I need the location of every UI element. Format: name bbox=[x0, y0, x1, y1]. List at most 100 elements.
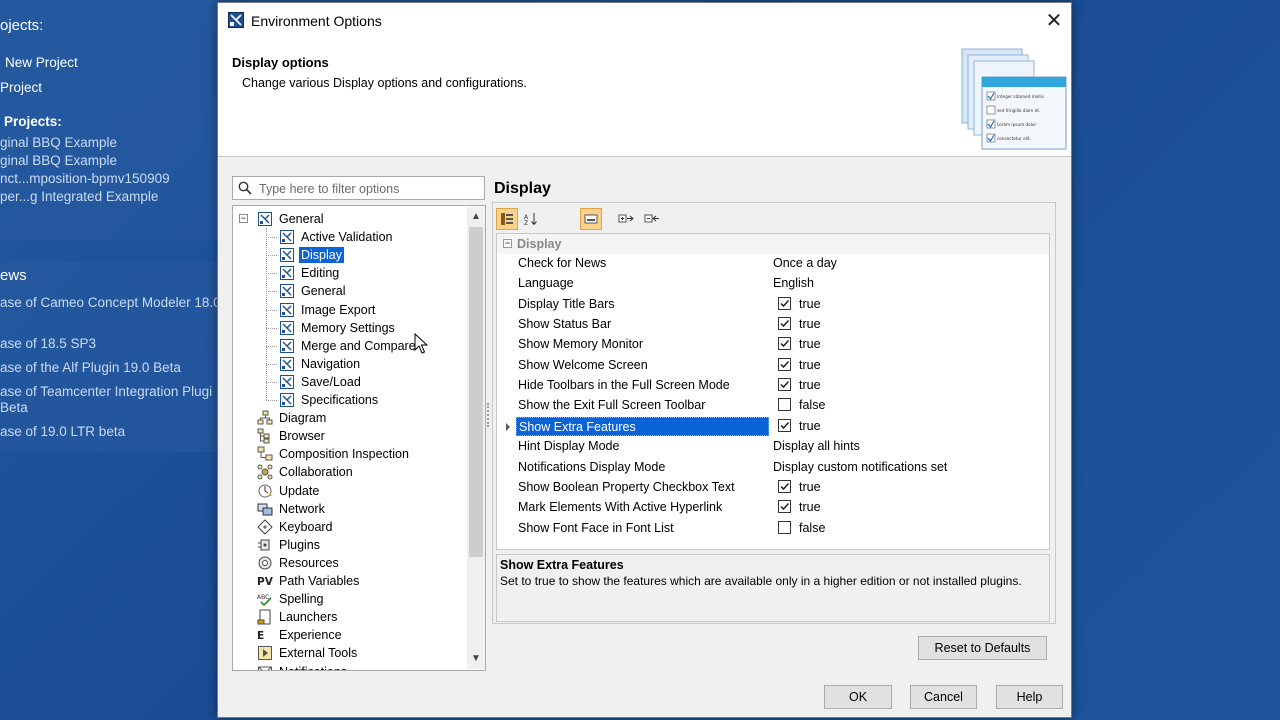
property-checkbox-value[interactable]: true bbox=[778, 417, 821, 436]
news-link[interactable]: ase of the Alf Plugin 19.0 Beta bbox=[0, 360, 181, 375]
title-bar[interactable]: Environment Options ✕ bbox=[218, 3, 1071, 39]
property-checkbox-value[interactable]: true bbox=[778, 356, 821, 375]
tree-item-launchers[interactable]: Launchers bbox=[257, 608, 339, 626]
sample-link[interactable]: ginal BBQ Example bbox=[0, 153, 117, 168]
tree-item-general-navigation[interactable]: Navigation bbox=[279, 355, 362, 373]
tree-item-general-editing[interactable]: Editing bbox=[279, 264, 341, 282]
property-row[interactable]: Hint Display Mode Display all hints bbox=[497, 437, 1049, 457]
filter-input[interactable] bbox=[257, 178, 485, 200]
property-row[interactable]: Language English bbox=[497, 274, 1049, 294]
scroll-down-icon[interactable]: ▼ bbox=[467, 651, 485, 667]
collapse-group-icon[interactable]: − bbox=[503, 239, 512, 248]
tree-item-network[interactable]: Network bbox=[257, 500, 327, 518]
property-row[interactable]: Show Font Face in Font List false bbox=[497, 519, 1049, 539]
categorized-view-icon[interactable] bbox=[496, 208, 518, 230]
reset-to-defaults-button[interactable]: Reset to Defaults bbox=[918, 636, 1047, 660]
tree-item-plugins[interactable]: Plugins bbox=[257, 536, 322, 554]
tree-item-general-merge-and-compare[interactable]: Merge and Compare bbox=[279, 337, 418, 355]
property-group-header[interactable]: − Display bbox=[497, 234, 1049, 254]
checkbox-checked-icon[interactable] bbox=[778, 357, 791, 371]
tree-item-external-tools[interactable]: External Tools bbox=[257, 644, 359, 662]
tree-item-path-variables[interactable]: PV Path Variables bbox=[257, 572, 361, 590]
ok-button[interactable]: OK bbox=[824, 685, 892, 709]
property-checkbox-value[interactable]: false bbox=[778, 519, 825, 538]
collapse-node-icon[interactable]: − bbox=[239, 214, 248, 223]
tree-item-general-active-validation[interactable]: Active Validation bbox=[279, 228, 395, 246]
property-checkbox-value[interactable]: false bbox=[778, 396, 825, 415]
tree-item-general-display[interactable]: Display bbox=[279, 246, 344, 264]
tree-item-spelling[interactable]: ABC Spelling bbox=[257, 590, 325, 608]
checkbox-unchecked-icon[interactable] bbox=[778, 398, 791, 412]
news-link[interactable]: ase of Cameo Concept Modeler 18.0 bbox=[0, 295, 221, 310]
property-row[interactable]: Check for News Once a day bbox=[497, 254, 1049, 274]
expand-all-icon[interactable] bbox=[615, 208, 637, 230]
property-checkbox-value[interactable]: true bbox=[778, 478, 821, 497]
property-row[interactable]: Show Boolean Property Checkbox Text true bbox=[497, 478, 1049, 498]
news-link[interactable]: ase of Teamcenter Integration Plugi bbox=[0, 384, 212, 399]
scrollbar-thumb[interactable] bbox=[469, 227, 483, 557]
close-button[interactable]: ✕ bbox=[1037, 3, 1071, 37]
tree-item-composition-inspection[interactable]: Composition Inspection bbox=[257, 445, 411, 463]
tree-item-keyboard[interactable]: Keyboard bbox=[257, 518, 335, 536]
property-checkbox-value[interactable]: true bbox=[778, 295, 821, 314]
property-value[interactable]: Display all hints bbox=[773, 437, 860, 456]
tree-item-general-save-load[interactable]: Save/Load bbox=[279, 373, 363, 391]
cancel-button[interactable]: Cancel bbox=[910, 685, 977, 709]
options-tree[interactable]: ▲ ▼ General − Active Validation Display Edit… bbox=[232, 205, 486, 671]
sample-link[interactable]: nct...mposition-bpmv150909 bbox=[0, 171, 170, 186]
tree-item-experience[interactable]: E Experience bbox=[257, 626, 344, 644]
tree-item-diagram[interactable]: Diagram bbox=[257, 409, 328, 427]
property-value[interactable]: Display custom notifications set bbox=[773, 458, 947, 477]
checkbox-checked-icon[interactable] bbox=[778, 479, 791, 493]
property-row[interactable]: Show Extra Features true bbox=[497, 416, 1049, 437]
news-link[interactable]: ase of 18.5 SP3 bbox=[0, 336, 96, 351]
checkbox-checked-icon[interactable] bbox=[778, 337, 791, 351]
property-row[interactable]: Show the Exit Full Screen Toolbar false bbox=[497, 396, 1049, 416]
sample-link[interactable]: ginal BBQ Example bbox=[0, 135, 117, 150]
option-icon bbox=[280, 320, 294, 335]
new-project-link[interactable]: New Project bbox=[5, 55, 78, 70]
tree-item-browser[interactable]: Browser bbox=[257, 427, 327, 445]
tree-item-general-image-export[interactable]: Image Export bbox=[279, 301, 377, 319]
property-row[interactable]: Show Welcome Screen true bbox=[497, 356, 1049, 376]
property-row[interactable]: Mark Elements With Active Hyperlink true bbox=[497, 498, 1049, 518]
checkbox-unchecked-icon[interactable] bbox=[778, 520, 791, 534]
description-toggle-icon[interactable] bbox=[580, 208, 602, 230]
tree-item-general-specifications[interactable]: Specifications bbox=[279, 391, 380, 409]
property-row[interactable]: Show Status Bar true bbox=[497, 315, 1049, 335]
tree-item-notifications[interactable]: Notifications bbox=[257, 663, 349, 670]
property-checkbox-value[interactable]: true bbox=[778, 376, 821, 395]
checkbox-checked-icon[interactable] bbox=[778, 500, 791, 514]
news-link[interactable]: ase of 19.0 LTR beta bbox=[0, 424, 125, 439]
open-project-link[interactable]: Project bbox=[0, 80, 42, 95]
property-value[interactable]: Once a day bbox=[773, 254, 837, 273]
checkbox-checked-icon[interactable] bbox=[778, 418, 791, 432]
tree-item-collaboration[interactable]: Collaboration bbox=[257, 463, 355, 481]
news-link[interactable]: Beta bbox=[0, 400, 28, 415]
property-row[interactable]: Notifications Display Mode Display custom… bbox=[497, 458, 1049, 478]
checkbox-checked-icon[interactable] bbox=[778, 378, 791, 392]
sample-link[interactable]: per...g Integrated Example bbox=[0, 189, 158, 204]
property-row[interactable]: Show Memory Monitor true bbox=[497, 335, 1049, 355]
sort-alphabetical-icon[interactable]: AZ bbox=[520, 208, 542, 230]
help-button[interactable]: Help bbox=[996, 685, 1063, 709]
property-checkbox-value[interactable]: true bbox=[778, 315, 821, 334]
property-checkbox-value[interactable]: true bbox=[778, 335, 821, 354]
scroll-up-icon[interactable]: ▲ bbox=[467, 209, 485, 225]
property-row[interactable]: Display Title Bars true bbox=[497, 295, 1049, 315]
property-name: Notifications Display Mode bbox=[518, 459, 666, 474]
tree-item-update[interactable]: Update bbox=[257, 482, 321, 500]
property-value[interactable]: English bbox=[773, 274, 814, 293]
tree-item-general-general[interactable]: General bbox=[279, 282, 347, 300]
checkbox-checked-icon[interactable] bbox=[778, 317, 791, 331]
filter-field[interactable] bbox=[232, 176, 485, 200]
tree-item-resources[interactable]: Resources bbox=[257, 554, 341, 572]
header-title: Display options bbox=[232, 55, 329, 70]
collapse-all-icon[interactable] bbox=[641, 208, 663, 230]
property-row[interactable]: Hide Toolbars in the Full Screen Mode tru… bbox=[497, 376, 1049, 396]
tree-item-general[interactable]: General bbox=[257, 210, 325, 228]
tree-scrollbar[interactable]: ▲ ▼ bbox=[467, 207, 485, 669]
tree-item-general-memory-settings[interactable]: Memory Settings bbox=[279, 319, 397, 337]
checkbox-checked-icon[interactable] bbox=[778, 296, 791, 310]
property-checkbox-value[interactable]: true bbox=[778, 498, 821, 517]
